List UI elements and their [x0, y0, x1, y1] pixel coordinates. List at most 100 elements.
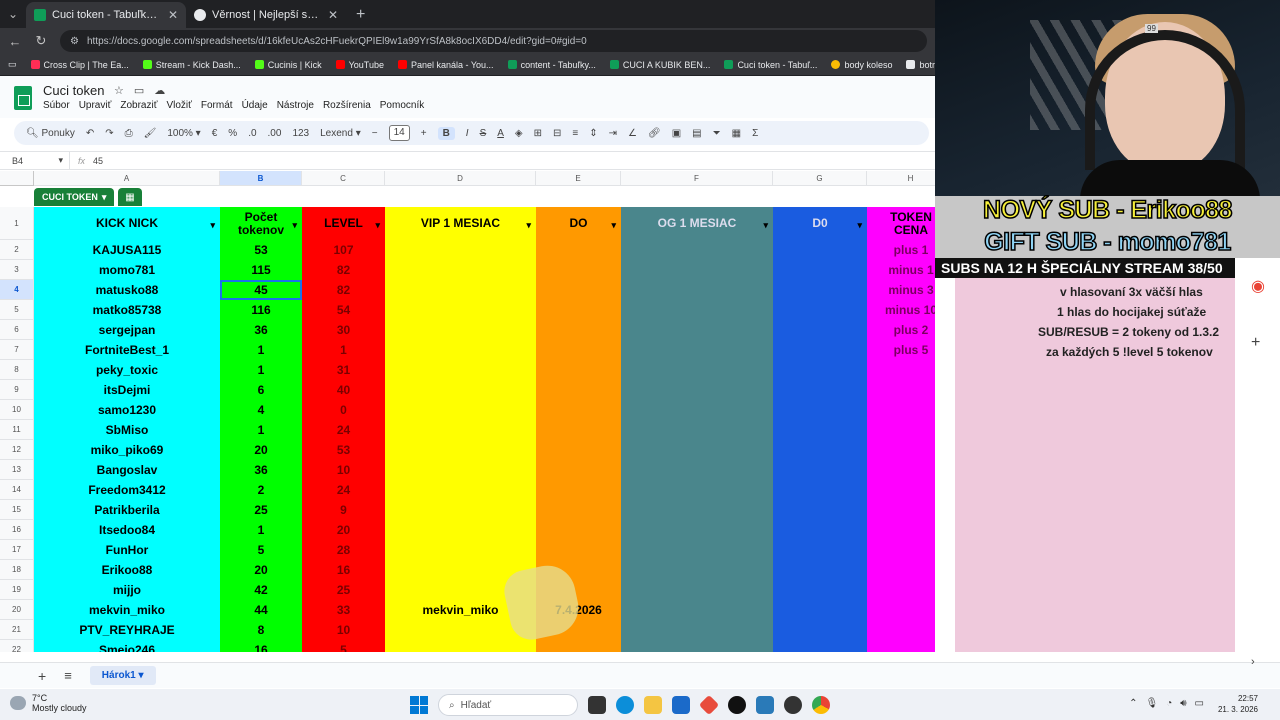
- vertical-align-icon[interactable]: ⇕: [589, 128, 597, 139]
- bold-button[interactable]: B: [437, 126, 455, 140]
- bookmark-item[interactable]: Stream - Kick Dash...: [142, 60, 241, 70]
- text-rotation-icon[interactable]: ∠: [628, 128, 637, 139]
- cell-pocet[interactable]: 2: [220, 480, 302, 500]
- font-size-increase-icon[interactable]: +: [421, 128, 427, 139]
- column-header-a[interactable]: A: [34, 171, 220, 186]
- paint-format-icon[interactable]: 🖌︎: [144, 128, 157, 139]
- menu-help[interactable]: Pomocník: [380, 100, 424, 111]
- cell-pocet[interactable]: 1: [220, 340, 302, 360]
- sheets-logo-icon[interactable]: [14, 86, 32, 110]
- column-filter-chevron-icon[interactable]: ▾: [292, 219, 297, 232]
- fill-color-icon[interactable]: ◈: [515, 128, 523, 139]
- cell-level[interactable]: 33: [302, 600, 385, 620]
- column-header-f[interactable]: F: [621, 171, 773, 186]
- cell-token-cena[interactable]: plus 2: [867, 320, 935, 340]
- star-icon[interactable]: ☆: [114, 84, 124, 97]
- search-menus-button[interactable]: 🔍︎ Ponuky: [26, 128, 75, 139]
- cell-kick-nick[interactable]: Itsedoo84: [34, 520, 220, 540]
- cell-pocet[interactable]: 4: [220, 400, 302, 420]
- cell-pocet[interactable]: 1: [220, 420, 302, 440]
- row-header-12[interactable]: 12: [0, 440, 34, 460]
- cell-kick-nick[interactable]: PTV_REYHRAJE: [34, 620, 220, 640]
- cell-pocet[interactable]: 20: [220, 560, 302, 580]
- menu-insert[interactable]: Vložiť: [166, 100, 191, 111]
- currency-format-button[interactable]: €: [212, 128, 218, 139]
- header-og[interactable]: OG 1 MESIAC ▾: [621, 207, 773, 240]
- menu-view[interactable]: Zobraziť: [120, 100, 157, 111]
- text-color-button[interactable]: A: [497, 128, 504, 139]
- menu-extensions[interactable]: Rozšírenia: [323, 100, 371, 111]
- cell-kick-nick[interactable]: SbMiso: [34, 420, 220, 440]
- cell-pocet[interactable]: 1: [220, 360, 302, 380]
- cell-level[interactable]: 0: [302, 400, 385, 420]
- app-red-icon[interactable]: [698, 694, 720, 716]
- taskbar-clock[interactable]: 22:57 21. 3. 2026: [1218, 693, 1258, 715]
- header-vip[interactable]: VIP 1 MESIAC ▾: [385, 207, 536, 240]
- header-level[interactable]: LEVEL ▾: [302, 207, 385, 240]
- edge-icon[interactable]: [616, 696, 634, 714]
- new-tab-button[interactable]: +: [346, 2, 375, 28]
- bookmark-item[interactable]: Cucinis | Kick: [254, 60, 322, 70]
- bookmark-item[interactable]: botrix: [906, 60, 935, 70]
- battery-icon[interactable]: ▭: [1195, 698, 1204, 709]
- cell-level[interactable]: 40: [302, 380, 385, 400]
- row-header-22[interactable]: 22: [0, 640, 34, 652]
- bookmarks-menu-icon[interactable]: ▭: [8, 59, 17, 70]
- cell-level[interactable]: 10: [302, 620, 385, 640]
- insert-chart-icon[interactable]: ▤: [692, 128, 701, 139]
- cell-pocet[interactable]: 8: [220, 620, 302, 640]
- cell-kick-nick[interactable]: peky_toxic: [34, 360, 220, 380]
- cell-pocet[interactable]: 16: [220, 640, 302, 652]
- cell-kick-nick[interactable]: Bangoslav: [34, 460, 220, 480]
- cell-pocet[interactable]: 53: [220, 240, 302, 260]
- row-header-2[interactable]: 2: [0, 240, 34, 260]
- header-token-cena[interactable]: TOKEN CENA: [867, 207, 935, 240]
- tray-overflow-icon[interactable]: ⌃: [1129, 698, 1137, 709]
- spreadsheet-grid[interactable]: CUCI TOKEN ▾ ▦ A B C D E F G H 1 2 3 4 5 6 7 8 9 10 11 12 13…: [0, 171, 935, 652]
- taskbar-search[interactable]: ⌕ Hľadať: [438, 694, 578, 716]
- browser-tab-vernost[interactable]: Věrnost | Nejlepší software pro vyt ✕: [186, 2, 346, 28]
- merge-cells-icon[interactable]: ⊟: [553, 128, 561, 139]
- cell-level[interactable]: 53: [302, 440, 385, 460]
- cell-kick-nick[interactable]: sergejpan: [34, 320, 220, 340]
- row-header-7[interactable]: 7: [0, 340, 34, 360]
- maps-icon[interactable]: ◉: [1251, 276, 1265, 296]
- column-filter-chevron-icon[interactable]: ▾: [857, 219, 862, 232]
- cell-pocet[interactable]: 45: [220, 280, 302, 300]
- cell-level[interactable]: 82: [302, 260, 385, 280]
- row-header-13[interactable]: 13: [0, 460, 34, 480]
- filter-views-icon[interactable]: ▦: [732, 128, 741, 139]
- bookmark-item[interactable]: YouTube: [335, 60, 384, 70]
- name-box[interactable]: B4 ▾: [0, 152, 70, 169]
- cell-kick-nick[interactable]: FunHor: [34, 540, 220, 560]
- italic-button[interactable]: I: [466, 128, 469, 139]
- cell-kick-nick[interactable]: Patrikberila: [34, 500, 220, 520]
- cell-kick-nick[interactable]: matko85738: [34, 300, 220, 320]
- site-info-icon[interactable]: ⚙: [70, 36, 79, 47]
- column-header-c[interactable]: C: [302, 171, 385, 186]
- row-header-6[interactable]: 6: [0, 320, 34, 340]
- column-header-d[interactable]: D: [385, 171, 536, 186]
- back-icon[interactable]: ←: [8, 34, 22, 49]
- menu-file[interactable]: Súbor: [43, 100, 70, 111]
- font-size-decrease-icon[interactable]: −: [372, 128, 378, 139]
- bookmark-item[interactable]: Cross Clip | The Ea...: [30, 60, 129, 70]
- cell-level[interactable]: 107: [302, 240, 385, 260]
- row-header-8[interactable]: 8: [0, 360, 34, 380]
- cell-level[interactable]: 24: [302, 420, 385, 440]
- column-filter-chevron-icon[interactable]: ▾: [611, 219, 616, 232]
- insert-comment-icon[interactable]: ▣: [672, 128, 681, 139]
- insert-link-icon[interactable]: 🔗︎: [648, 128, 661, 139]
- chrome-icon[interactable]: [812, 696, 830, 714]
- add-sheet-icon[interactable]: +: [38, 668, 46, 684]
- cell-level[interactable]: 24: [302, 480, 385, 500]
- row-header-17[interactable]: 17: [0, 540, 34, 560]
- menu-tools[interactable]: Nástroje: [277, 100, 314, 111]
- cell-kick-nick[interactable]: FortniteBest_1: [34, 340, 220, 360]
- close-tab-icon[interactable]: ✕: [328, 8, 338, 22]
- column-filter-chevron-icon[interactable]: ▾: [210, 219, 215, 232]
- row-header-4[interactable]: 4: [0, 280, 34, 300]
- cell-level[interactable]: 30: [302, 320, 385, 340]
- horizontal-align-icon[interactable]: ≡: [572, 128, 578, 139]
- cell-pocet[interactable]: 1: [220, 520, 302, 540]
